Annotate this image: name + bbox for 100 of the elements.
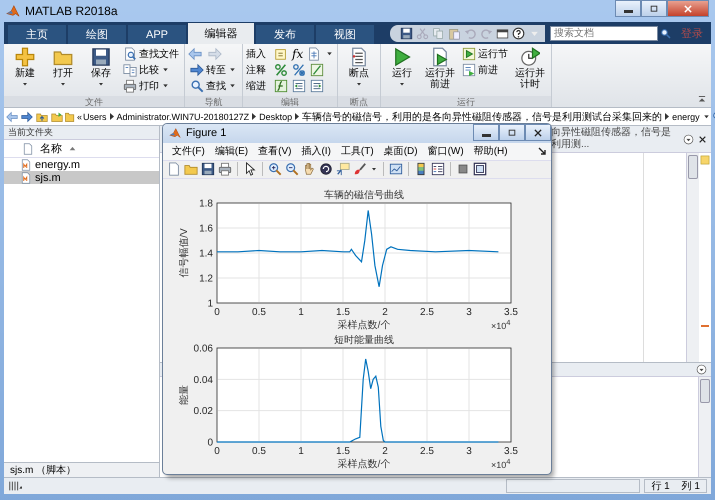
arrow-left-icon[interactable] — [6, 110, 18, 122]
axis-label: 采样点数/个 — [338, 458, 390, 470]
path-segment[interactable]: Desktop — [259, 112, 292, 122]
menu-item[interactable]: 插入(I) — [296, 144, 336, 158]
dock-arrow-icon[interactable] — [538, 146, 547, 156]
menu-item[interactable]: 查看(V) — [253, 144, 296, 158]
row-label: 注释 — [246, 64, 267, 76]
maximize-button[interactable] — [641, 0, 667, 17]
zoom-in-icon[interactable] — [268, 162, 282, 176]
search-field[interactable]: 搜索文档 — [550, 26, 658, 40]
ribbon-button[interactable]: 打印 — [121, 78, 181, 93]
brush-icon[interactable] — [353, 162, 367, 176]
ribbon-tab[interactable]: 绘图 — [68, 25, 126, 44]
path-overflow-button[interactable]: « — [77, 112, 82, 122]
percent-box-icon[interactable] — [310, 62, 324, 76]
ribbon-tab[interactable]: APP — [128, 25, 186, 44]
percent-cross-icon[interactable] — [292, 62, 306, 76]
ribbon-button[interactable]: 运行并前进 — [422, 46, 458, 91]
path-segment[interactable]: Users — [83, 112, 107, 122]
ribbon-button[interactable]: 比较 — [121, 62, 181, 77]
indent-left-icon[interactable] — [292, 78, 306, 92]
column-header[interactable]: 名称 — [40, 141, 62, 156]
group-label: 文件 — [4, 96, 184, 107]
search-icon[interactable] — [660, 28, 671, 38]
ribbon-button[interactable]: 保存 — [83, 46, 119, 89]
menu-item[interactable]: 桌面(D) — [378, 144, 423, 158]
document-pencil-icon[interactable] — [274, 46, 288, 60]
square-icon[interactable] — [456, 162, 470, 176]
m-file-icon — [20, 158, 32, 170]
ribbon-button[interactable]: 新建 — [7, 46, 43, 89]
minimize-button[interactable] — [473, 124, 499, 141]
ribbon-button[interactable]: 打开 — [45, 46, 81, 89]
folder-small-icon — [64, 110, 76, 122]
options-circle-icon[interactable] — [683, 134, 694, 144]
window-icon[interactable] — [496, 26, 509, 40]
tick-label: 2 — [382, 306, 388, 318]
function-button[interactable]: fx — [292, 46, 304, 60]
ribbon-tab[interactable]: 视图 — [316, 25, 374, 44]
tick-label: 3 — [466, 446, 472, 457]
menu-item[interactable]: 窗口(W) — [422, 144, 469, 158]
ribbon-button[interactable]: 运行并计时 — [512, 46, 548, 91]
tick-label: 0.06 — [194, 343, 213, 354]
pointer-icon[interactable] — [243, 162, 257, 176]
scrollbar[interactable] — [698, 377, 711, 477]
printer-icon[interactable] — [218, 162, 232, 176]
hand-icon[interactable] — [302, 162, 316, 176]
menu-item[interactable]: 编辑(E) — [210, 144, 254, 158]
matlab-logo-icon — [169, 127, 181, 140]
ribbon-button[interactable]: 查找文件 — [121, 46, 181, 61]
data-cursor-icon[interactable] — [336, 162, 350, 176]
maximize-button[interactable] — [499, 124, 525, 141]
menu-item[interactable]: 帮助(H) — [468, 144, 513, 158]
ribbon-tab[interactable]: 发布 — [256, 25, 314, 44]
ribbon-button[interactable]: 运行 — [384, 46, 420, 89]
printer-icon — [123, 78, 137, 92]
tick-label: 3.5 — [504, 306, 518, 318]
minimize-button[interactable] — [615, 0, 641, 17]
minimize-icon — [624, 10, 632, 12]
close-button[interactable] — [525, 124, 551, 141]
menu-item[interactable]: 文件(F) — [167, 144, 210, 158]
file-item[interactable]: sjs.m — [4, 171, 159, 184]
document-icon[interactable] — [167, 162, 181, 176]
menu-item[interactable]: 工具(T) — [336, 144, 379, 158]
ribbon-tab[interactable]: 主页 — [8, 25, 66, 44]
scrollbar[interactable] — [686, 153, 699, 362]
legend-icon[interactable] — [431, 162, 445, 176]
tick-label: 1.4 — [199, 248, 213, 260]
ribbon-button[interactable]: 查找 — [188, 78, 239, 93]
arrow-right-icon[interactable] — [21, 110, 33, 122]
linked-plot-icon[interactable] — [389, 162, 403, 176]
ribbon-button[interactable]: 转至 — [188, 62, 239, 77]
indent-right-icon[interactable] — [310, 78, 324, 92]
ribbon-button[interactable]: 断点 — [341, 46, 378, 89]
tick-label: 0.5 — [252, 446, 266, 457]
rotate-icon[interactable] — [319, 162, 333, 176]
frame-icon[interactable] — [473, 162, 487, 176]
close-icon[interactable] — [698, 134, 707, 144]
path-segment[interactable]: energy — [672, 112, 700, 122]
chevron-icon — [252, 113, 256, 120]
path-segment[interactable]: Administrator.WIN7U-20180127Z — [116, 112, 250, 122]
percent-icon[interactable] — [274, 62, 288, 76]
path-segment[interactable]: 车辆信号的磁信号，利用的是各向异性磁阻传感器，信号是利用测试台采集回来的 — [302, 110, 662, 124]
axis-multiplier: ×10$^{4}$ — [491, 456, 510, 470]
function-box-icon[interactable] — [274, 78, 288, 92]
arrow-right-icon — [190, 62, 204, 76]
options-circle-icon[interactable] — [696, 364, 707, 375]
help-icon[interactable] — [512, 26, 525, 40]
folder-browse-icon[interactable] — [51, 110, 63, 122]
ribbon-button[interactable]: 前进 — [460, 62, 510, 77]
ribbon-button[interactable]: 运行节 — [460, 46, 510, 61]
matlab-logo-icon — [6, 4, 20, 18]
file-item[interactable]: energy.m — [4, 158, 159, 171]
document-grid-icon[interactable] — [307, 46, 322, 60]
folder-up-icon[interactable] — [36, 110, 48, 122]
tick-label: 2.5 — [420, 446, 434, 457]
window-title: MATLAB R2018a — [25, 4, 118, 18]
tick-label: 1.5 — [336, 306, 350, 318]
ribbon-tab[interactable]: 编辑器 — [188, 23, 254, 44]
zoom-out-icon[interactable] — [285, 162, 299, 176]
search-document-icon — [123, 46, 137, 60]
